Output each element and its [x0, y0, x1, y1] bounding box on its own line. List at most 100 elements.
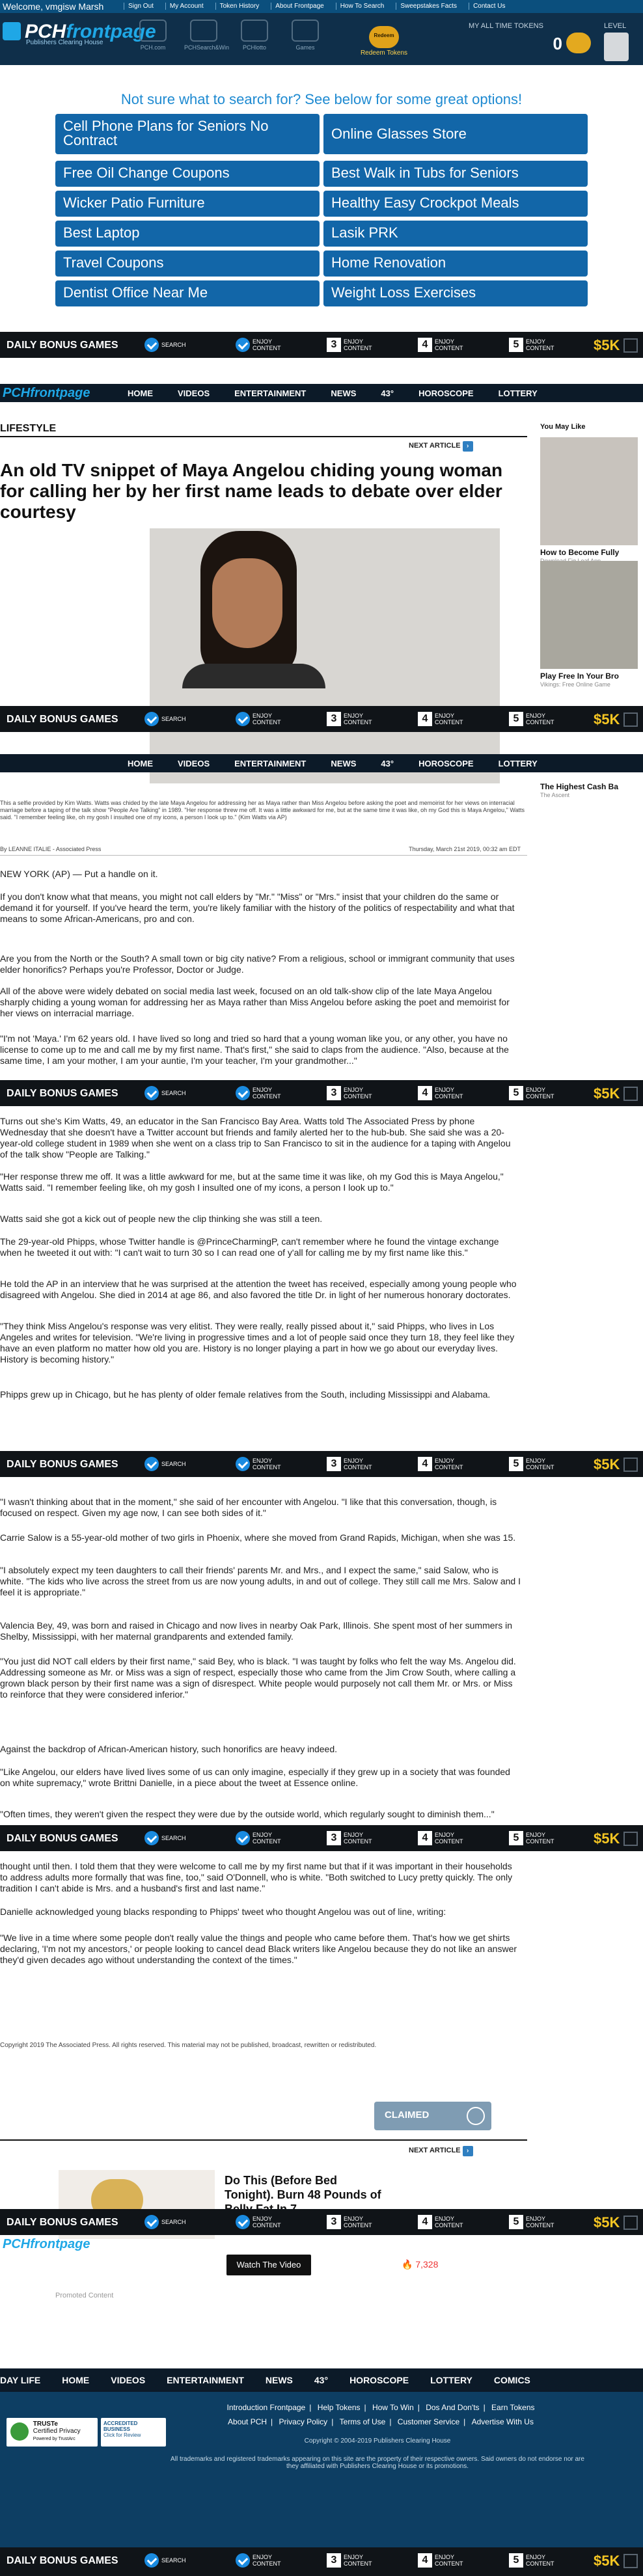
- pch-frontpage-logo[interactable]: PCHfrontpage Publishers Clearing House: [3, 21, 156, 51]
- claimed-button[interactable]: CLAIMED: [374, 2102, 491, 2130]
- search-option[interactable]: Dentist Office Near Me: [55, 280, 320, 306]
- daily-bonus-bar: DAILY BONUS GAMES SEARCH ENJOY CONTENT 3…: [0, 706, 643, 732]
- footer-nav-item[interactable]: HOME: [62, 2375, 89, 2385]
- top-links: Sign Out My Account Token History About …: [124, 3, 510, 10]
- nav-pch-com[interactable]: PCH.com: [133, 20, 172, 51]
- view-count: 🔥 7,328: [402, 2259, 439, 2270]
- sidebar-card-image: [540, 561, 638, 669]
- footer-nav-item[interactable]: NEWS: [266, 2375, 293, 2385]
- bonus-enjoy-content[interactable]: ENJOY CONTENT: [236, 338, 285, 353]
- search-option[interactable]: Best Walk in Tubs for Seniors: [323, 161, 588, 187]
- nav-horoscope[interactable]: HOROSCOPE: [418, 388, 474, 398]
- top-link[interactable]: About Frontpage: [271, 3, 328, 10]
- divider: [0, 2139, 527, 2141]
- daily-bonus-bar: DAILY BONUS GAMES SEARCH ENJOY CONTENT 3…: [0, 2547, 643, 2576]
- sidebar-title: You May Like: [540, 423, 586, 431]
- footer-nav-item[interactable]: 43°: [314, 2375, 328, 2385]
- nav-lottery[interactable]: LOTTERY: [499, 388, 538, 398]
- bonus-enjoy-content[interactable]: ENJOY CONTENT: [236, 712, 285, 727]
- search-option[interactable]: Weight Loss Exercises: [323, 280, 588, 306]
- search-option[interactable]: Online Glasses Store: [323, 114, 588, 154]
- check-icon: [144, 1457, 159, 1471]
- nav-news[interactable]: NEWS: [331, 388, 356, 398]
- bonus-enjoy-content[interactable]: 5 ENJOY CONTENT: [509, 712, 558, 727]
- article-photo: [150, 528, 500, 783]
- footer-nav-item[interactable]: COMICS: [494, 2375, 530, 2385]
- bonus-cash[interactable]: $5K: [594, 337, 620, 354]
- footer-nav-item[interactable]: ENTERTAINMENT: [167, 2375, 244, 2385]
- top-link[interactable]: Token History: [215, 3, 264, 10]
- search-option[interactable]: Lasik PRK: [323, 221, 588, 247]
- top-link[interactable]: My Account: [165, 3, 208, 10]
- footer-links-row: About PCH | Privacy Policy | Terms of Use |…: [228, 2417, 534, 2426]
- sidebar-card-headline: Play Free In Your Bro: [540, 671, 619, 681]
- nav-home[interactable]: HOME: [128, 388, 153, 398]
- subnav-logo[interactable]: PCHfrontpage: [3, 386, 90, 401]
- footer-nav-item[interactable]: HOROSCOPE: [349, 2375, 409, 2385]
- bonus-enjoy-content[interactable]: 5 ENJOY CONTENT: [509, 338, 558, 353]
- grid-icon[interactable]: [623, 1457, 638, 1472]
- check-icon: [144, 1086, 159, 1100]
- sidebar-card[interactable]: The Highest Cash Ba The Ascent: [540, 780, 638, 798]
- all-time-tokens-value: 0: [553, 34, 562, 53]
- nav-games[interactable]: Games: [286, 20, 325, 51]
- sidebar-card[interactable]: How to Become Fully Download Fig Leaf Ap…: [540, 437, 638, 564]
- truste-badge[interactable]: TRUSTe Certified Privacy Powered by Trus…: [7, 2418, 98, 2447]
- check-icon: [236, 2553, 250, 2568]
- top-link[interactable]: Contact Us: [469, 3, 509, 10]
- nav-videos[interactable]: VIDEOS: [178, 388, 210, 398]
- check-icon: [144, 712, 159, 726]
- grid-icon[interactable]: [623, 2554, 638, 2568]
- bonus-enjoy-content[interactable]: 4 ENJOY CONTENT: [418, 338, 467, 353]
- grid-icon[interactable]: [623, 1087, 638, 1101]
- search-suggestions: Not sure what to search for? See below f…: [0, 65, 643, 325]
- search-option[interactable]: Wicker Patio Furniture: [55, 191, 320, 217]
- daily-bonus-bar: DAILY BONUS GAMES SEARCH ENJOY CONTENT 3…: [0, 1451, 643, 1477]
- nav-search-win[interactable]: PCHSearch&Win: [184, 20, 229, 51]
- check-icon: [236, 1831, 250, 1845]
- nav-weather[interactable]: 43°: [381, 388, 394, 398]
- top-link[interactable]: Sign Out: [124, 3, 157, 10]
- level-indicator[interactable]: LEVEL: [604, 22, 640, 61]
- portrait-hair: [200, 531, 297, 678]
- bonus-search[interactable]: SEARCH: [144, 338, 194, 353]
- article-paragraph: "Her response threw me off. It was a lit…: [0, 1171, 504, 1193]
- watch-video-button[interactable]: Watch The Video: [226, 2255, 311, 2275]
- brand-bar: PCHfrontpage Publishers Clearing House P…: [0, 13, 643, 65]
- sidebar-card[interactable]: Play Free In Your Bro Vikings: Free Onli…: [540, 561, 638, 688]
- nav-entertainment[interactable]: ENTERTAINMENT: [234, 388, 306, 398]
- top-link[interactable]: How To Search: [335, 3, 389, 10]
- bonus-enjoy-content[interactable]: 3 ENJOY CONTENT: [327, 338, 376, 353]
- grid-icon[interactable]: [623, 712, 638, 727]
- search-option[interactable]: Travel Coupons: [55, 251, 320, 277]
- bonus-enjoy-content[interactable]: 4 ENJOY CONTENT: [418, 712, 467, 727]
- footer-nav-item[interactable]: DAY LIFE: [0, 2375, 40, 2385]
- level-badge-icon: [604, 33, 629, 61]
- bbb-badge[interactable]: ACCREDITED BUSINESS Click for Review: [101, 2418, 166, 2447]
- next-article-link[interactable]: NEXT ARTICLE ›: [409, 2146, 473, 2156]
- article-paragraph: Carrie Salow is a 55-year-old mother of …: [0, 1532, 516, 1543]
- check-icon: [236, 2215, 250, 2229]
- grid-icon[interactable]: [623, 2216, 638, 2230]
- photo-caption: This a selfie provided by Kim Watts. Wat…: [0, 800, 525, 820]
- search-option[interactable]: Healthy Easy Crockpot Meals: [323, 191, 588, 217]
- search-option[interactable]: Cell Phone Plans for Seniors No Contract: [55, 114, 320, 154]
- article-category[interactable]: LIFESTYLE: [0, 423, 56, 435]
- grid-icon[interactable]: [623, 1832, 638, 1846]
- search-option[interactable]: Best Laptop: [55, 221, 320, 247]
- grid-icon[interactable]: [623, 338, 638, 353]
- redeem-tokens[interactable]: Redeem Redeem Tokens: [358, 26, 410, 57]
- top-link[interactable]: Sweepstakes Facts: [396, 3, 461, 10]
- search-option[interactable]: Free Oil Change Coupons: [55, 161, 320, 187]
- nav-lotto[interactable]: PCHlotto: [235, 20, 274, 51]
- bonus-enjoy-content[interactable]: 3 ENJOY CONTENT: [327, 712, 376, 727]
- publish-date: Thursday, March 21st 2019, 00:32 am EDT: [409, 846, 521, 852]
- divider: [0, 855, 527, 856]
- footer-nav-item[interactable]: LOTTERY: [430, 2375, 472, 2385]
- next-article-link[interactable]: NEXT ARTICLE ›: [409, 441, 473, 452]
- article-paragraph: Danielle acknowledged young blacks respo…: [0, 1906, 446, 1917]
- footer-nav-item[interactable]: VIDEOS: [111, 2375, 145, 2385]
- search-option[interactable]: Home Renovation: [323, 251, 588, 277]
- check-icon: [144, 2553, 159, 2568]
- bonus-search[interactable]: SEARCH: [144, 712, 194, 727]
